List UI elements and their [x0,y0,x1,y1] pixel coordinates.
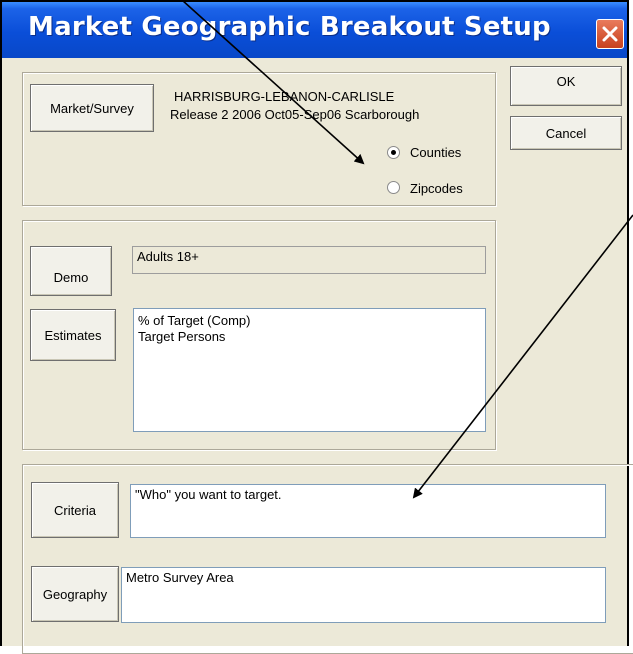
market-name: HARRISBURG-LEBANON-CARLISLE [174,89,395,104]
demo-button[interactable]: Demo [30,246,112,296]
demo-field: Adults 18+ [132,246,486,274]
market-survey-button[interactable]: Market/Survey [30,84,154,132]
counties-radio[interactable] [387,146,400,159]
geography-field[interactable]: Metro Survey Area [121,567,606,623]
list-item[interactable]: Target Persons [138,329,481,345]
survey-release: Release 2 2006 Oct05-Sep06 Scarborough [170,107,420,122]
zipcodes-radio[interactable] [387,181,400,194]
list-item[interactable]: % of Target (Comp) [138,313,481,329]
counties-label: Counties [410,145,462,160]
estimates-list[interactable]: % of Target (Comp) Target Persons [133,308,486,432]
criteria-button[interactable]: Criteria [31,482,119,538]
zipcodes-label: Zipcodes [410,181,463,196]
ok-button[interactable]: OK [510,66,622,106]
dialog-window: Market Geographic Breakout Setup Market/… [0,0,633,654]
estimates-button[interactable]: Estimates [30,309,116,361]
criteria-field[interactable]: "Who" you want to target. [130,484,606,538]
close-button[interactable] [596,19,624,49]
cancel-button[interactable]: Cancel [510,116,622,150]
title-bar[interactable]: Market Geographic Breakout Setup [2,2,627,58]
geography-button[interactable]: Geography [31,566,119,622]
window-title: Market Geographic Breakout Setup [28,12,551,42]
close-icon [602,26,618,42]
